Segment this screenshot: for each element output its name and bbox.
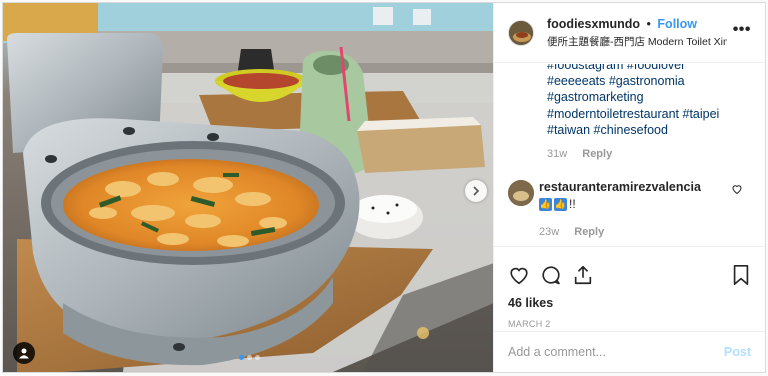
carousel-dot — [247, 355, 252, 360]
caption-hashtags: #foodstagram #foodlover #eeeeeats #gastr… — [547, 64, 751, 138]
tagged-users-button[interactable] — [13, 342, 35, 364]
comment-text: !! — [569, 197, 576, 211]
hashtag-line[interactable]: #foodstagram #foodlover — [547, 64, 751, 73]
post-comment-button[interactable]: Post — [724, 345, 751, 359]
user-tag-icon — [19, 348, 29, 359]
post-side-panel: foodiesxmundo • Follow 便所主題餐廳-西門店 Modern… — [493, 3, 765, 372]
comment-text-row: 👍 👍 !! — [539, 197, 751, 211]
thumbs-up-emoji-icon: 👍 — [554, 197, 567, 211]
commenter-avatar-image — [508, 180, 534, 206]
avatar[interactable] — [508, 19, 534, 46]
add-comment-bar: Post — [494, 331, 765, 372]
comment-meta: 23w Reply — [539, 226, 751, 238]
comment-input[interactable] — [508, 345, 724, 359]
comment-time[interactable]: 23w — [539, 226, 559, 238]
post-image — [3, 3, 493, 372]
header-text: foodiesxmundo • Follow 便所主題餐廳-西門店 Modern… — [547, 17, 727, 49]
thumbs-up-emoji-icon: 👍 — [539, 197, 552, 211]
commenter-avatar[interactable] — [508, 180, 534, 206]
carousel-indicator — [239, 355, 260, 360]
instagram-post: foodiesxmundo • Follow 便所主題餐廳-西門店 Modern… — [2, 2, 766, 373]
avatar-image — [509, 20, 533, 45]
hashtag-line[interactable]: #taiwan #chinesefood — [547, 122, 751, 138]
share-icon[interactable] — [572, 264, 594, 286]
chevron-right-icon — [473, 186, 480, 196]
carousel-dot — [255, 355, 260, 360]
post-actions: 46 likes MARCH 2 — [494, 246, 765, 329]
username-link[interactable]: foodiesxmundo — [547, 17, 640, 31]
likes-count[interactable]: 46 likes — [508, 296, 751, 310]
comment-item: restauranteramirezvalencia 👍 👍 !! 23w Re… — [508, 180, 751, 238]
hashtag-line[interactable]: #eeeeeats #gastronomia — [547, 73, 751, 89]
hashtag-line[interactable]: #gastromarketing — [547, 89, 751, 105]
follow-button[interactable]: Follow — [657, 17, 697, 31]
action-icons — [508, 261, 751, 289]
caption-time[interactable]: 31w — [547, 148, 567, 160]
heart-icon[interactable] — [731, 183, 743, 195]
comment-reply-button[interactable]: Reply — [574, 226, 604, 238]
more-options-button[interactable]: ••• — [733, 21, 751, 39]
comments-section: #foodstagram #foodlover #eeeeeats #gastr… — [494, 64, 765, 246]
bookmark-icon[interactable] — [731, 264, 751, 286]
caption-reply-button[interactable]: Reply — [582, 148, 612, 160]
heart-icon[interactable] — [508, 264, 530, 286]
caption-meta: 31w Reply — [547, 148, 751, 160]
post-header: foodiesxmundo • Follow 便所主題餐廳-西門店 Modern… — [494, 3, 765, 63]
post-date: MARCH 2 — [508, 319, 551, 329]
carousel-dot — [239, 355, 244, 360]
hashtag-line[interactable]: #moderntoiletrestaurant #taipei — [547, 106, 751, 122]
post-photo[interactable] — [3, 3, 493, 372]
location-link[interactable]: 便所主題餐廳-西門店 Modern Toilet Ximen — [547, 34, 727, 49]
commenter-username[interactable]: restauranteramirezvalencia — [539, 180, 751, 194]
separator: • — [646, 16, 651, 31]
comment-icon[interactable] — [540, 264, 562, 286]
carousel-next-button[interactable] — [465, 180, 487, 202]
